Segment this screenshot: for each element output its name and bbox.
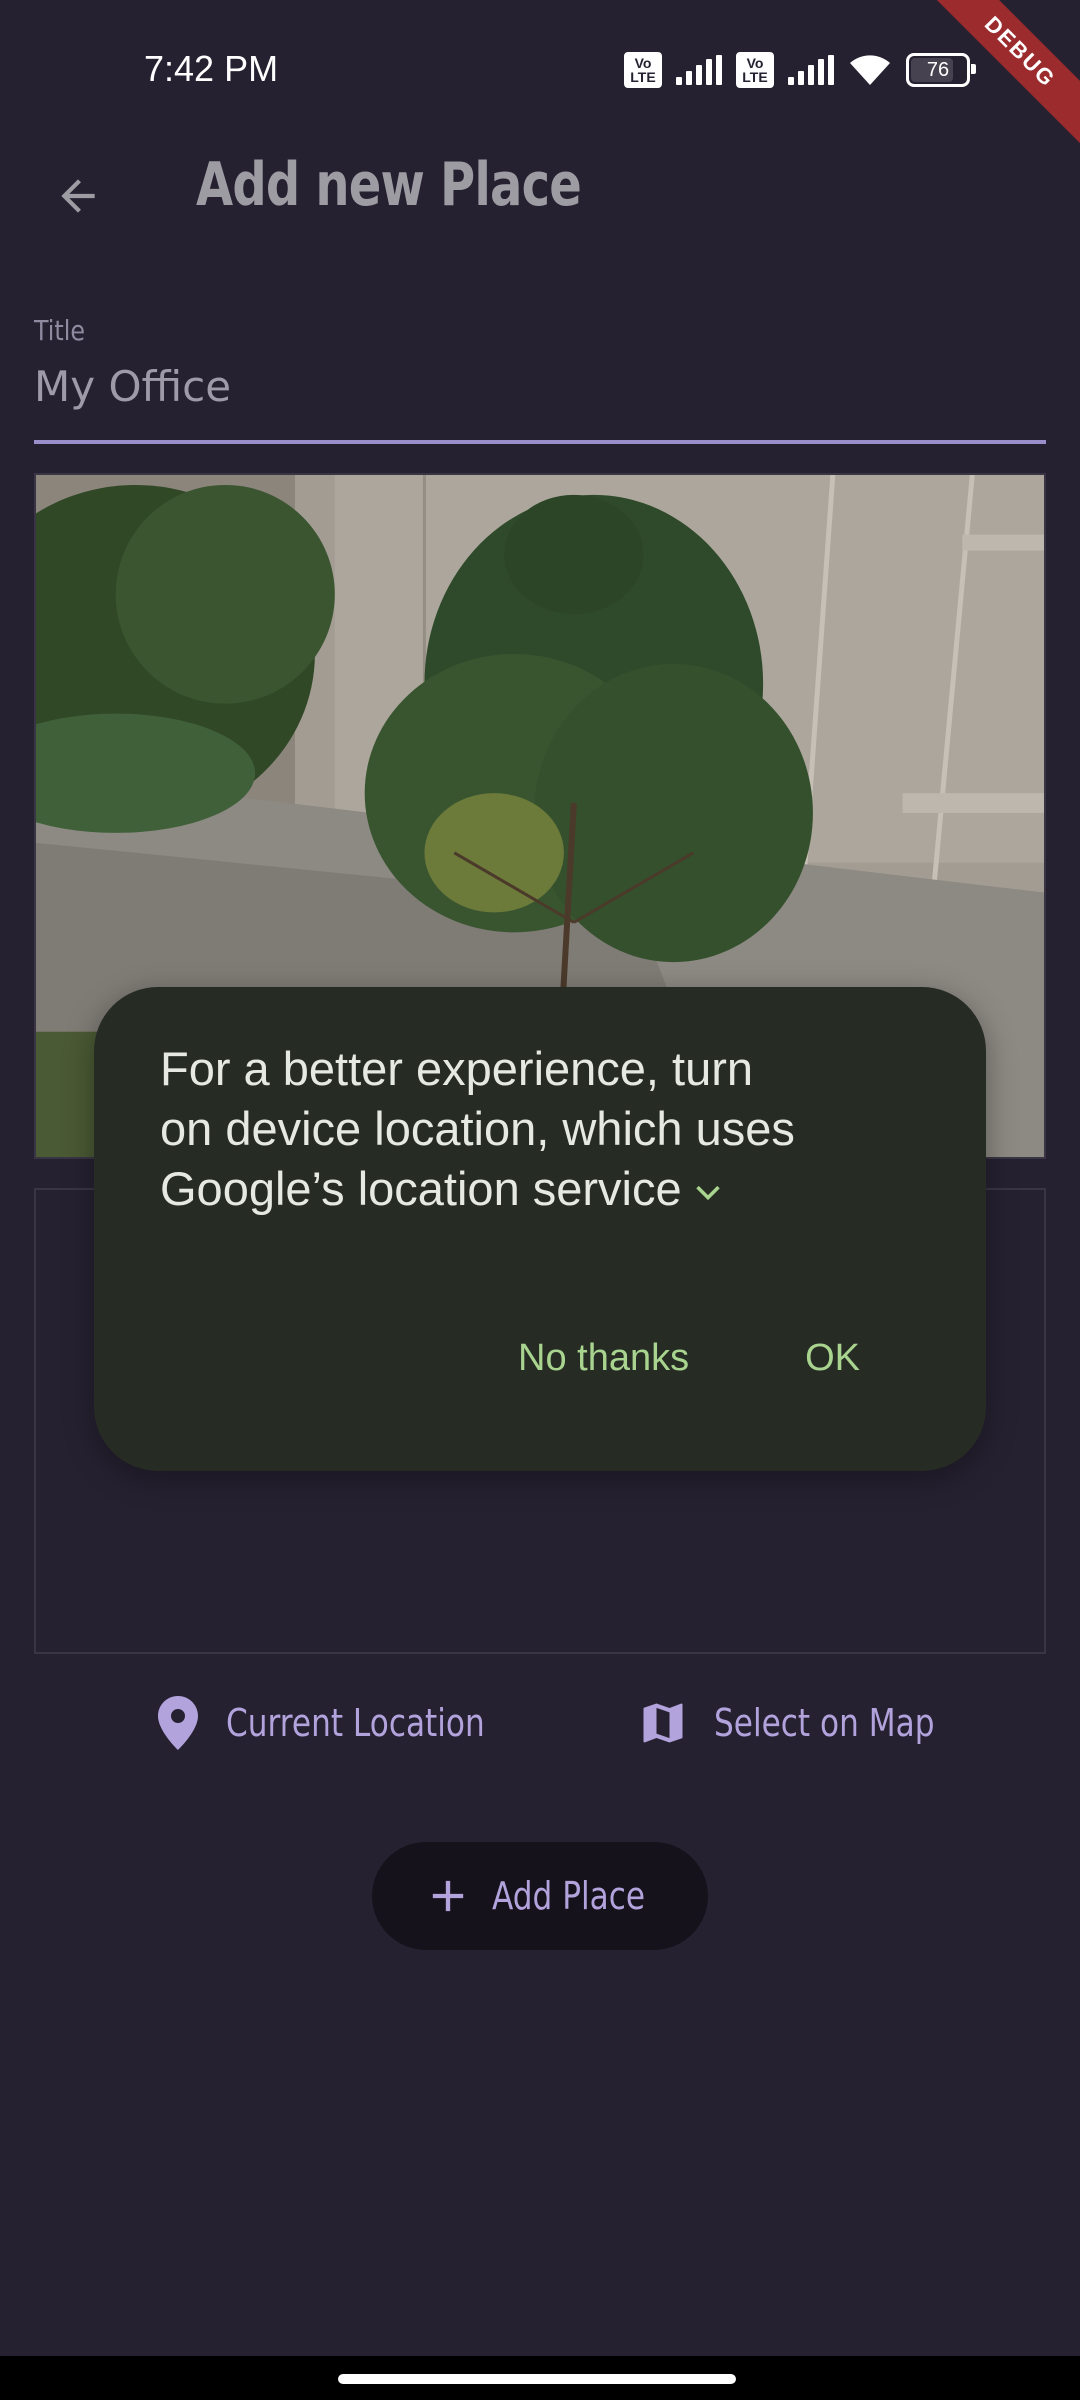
back-button[interactable] — [38, 156, 118, 236]
dialog-line: on device location, which uses — [160, 1102, 795, 1155]
select-on-map-button[interactable]: Select on Map — [636, 1690, 983, 1756]
dialog-line: For a better experience, turn — [160, 1042, 754, 1095]
page-title: Add new Place — [196, 150, 582, 220]
select-on-map-label: Select on Map — [714, 1701, 935, 1745]
plus-icon — [432, 1880, 464, 1912]
location-dialog: For a better experience, turn on device … — [94, 987, 986, 1471]
current-location-button[interactable]: Current Location — [154, 1690, 542, 1756]
title-field-label: Title — [34, 314, 86, 347]
chevron-down-icon[interactable] — [694, 1183, 722, 1203]
volte-badge: Vo LTE — [624, 52, 662, 88]
dialog-message: For a better experience, turn on device … — [160, 1039, 920, 1219]
volte-badge: Vo LTE — [736, 52, 774, 88]
title-field[interactable]: Title — [34, 304, 1046, 446]
add-place-button[interactable]: Add Place — [372, 1842, 708, 1950]
dialog-line: Google’s location service — [160, 1162, 682, 1215]
home-indicator[interactable] — [338, 2374, 736, 2384]
add-place-label: Add Place — [492, 1874, 646, 1918]
location-pin-icon — [158, 1696, 198, 1750]
arrow-back-icon — [61, 179, 95, 213]
no-thanks-button[interactable]: No thanks — [518, 1337, 689, 1380]
app-bar: Add new Place — [0, 140, 1080, 240]
signal-strength-icon — [788, 55, 834, 85]
title-input[interactable] — [34, 362, 1046, 411]
status-icons: Vo LTE Vo LTE 76 — [624, 52, 976, 88]
battery-icon: 76 — [906, 53, 976, 87]
ok-button[interactable]: OK — [805, 1337, 860, 1380]
location-actions: Current Location Select on Map — [0, 1690, 1080, 1756]
status-time: 7:42 PM — [144, 48, 279, 89]
status-bar: 7:42 PM Vo LTE Vo LTE 76 — [0, 0, 1080, 140]
signal-strength-icon — [676, 55, 722, 85]
dialog-actions: No thanks OK — [518, 1337, 860, 1380]
map-icon — [643, 1703, 683, 1743]
title-field-underline — [34, 440, 1046, 444]
dialog-line-with-chevron[interactable]: Google’s location service — [160, 1159, 920, 1219]
wifi-icon — [850, 55, 890, 85]
current-location-label: Current Location — [226, 1701, 485, 1745]
battery-level: 76 — [926, 58, 950, 81]
